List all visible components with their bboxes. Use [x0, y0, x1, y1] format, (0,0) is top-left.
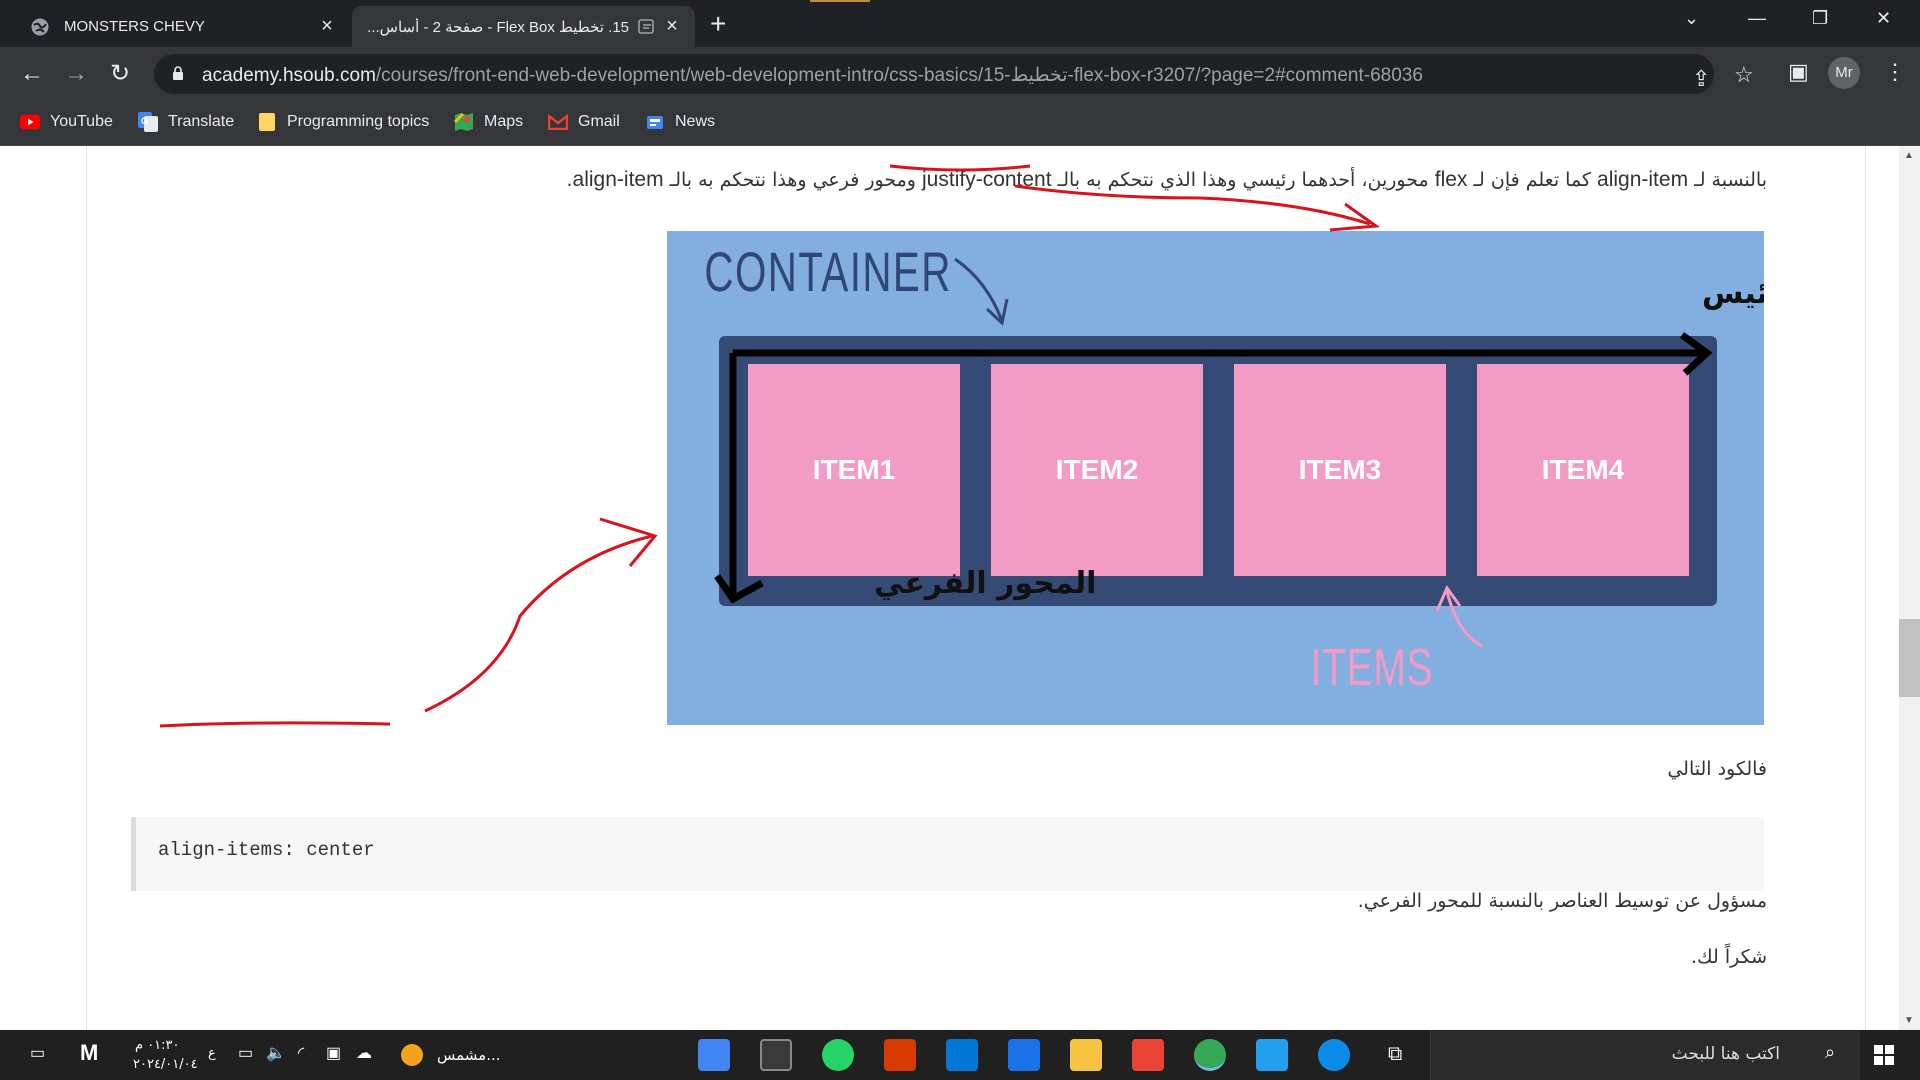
restore-icon[interactable]: ❐ [1812, 8, 1828, 29]
volume-icon[interactable]: 🔈 [266, 1043, 286, 1063]
page-viewport: بالنسبة لـ align-item كما تعلم فإن لـ fl… [0, 146, 1920, 1030]
tab-title: MONSTERS CHEVY [64, 18, 205, 35]
tab-strip: MONSTERS CHEVY × 15. تخطيط Flex Box - صف… [0, 0, 1920, 47]
vscode-app-icon[interactable] [1256, 1039, 1288, 1071]
chrome-app-icon[interactable] [1194, 1039, 1226, 1071]
weather-text[interactable]: مشمس... [437, 1046, 501, 1064]
bookmarks-bar: YouTube G Translate Programming topics M… [0, 102, 1920, 146]
close-tab-icon[interactable]: × [663, 16, 681, 36]
hsoub-icon [637, 17, 657, 37]
reload-icon[interactable]: ↻ [110, 61, 130, 87]
clock-time[interactable]: ٠١:٣٠ م [135, 1038, 180, 1053]
terminal-app-icon[interactable] [760, 1039, 792, 1071]
tab-title: 15. تخطيط Flex Box - صفحة 2 - أساس... [367, 18, 629, 36]
menu-kebab-icon[interactable]: ⋮ [1884, 59, 1906, 85]
side-panel-icon[interactable]: ▣ [1788, 59, 1809, 85]
globe-icon [30, 17, 50, 37]
office-app-icon[interactable] [884, 1039, 916, 1071]
maps-icon [454, 112, 474, 131]
gmail-icon [548, 113, 568, 131]
code-underline [159, 721, 391, 728]
bookmark-translate[interactable]: G Translate [138, 112, 234, 132]
meet-now-icon[interactable]: ▣ [326, 1043, 341, 1063]
svg-text:G: G [141, 116, 148, 126]
onedrive-icon[interactable]: ☁ [356, 1043, 372, 1063]
close-window-icon[interactable]: ✕ [1876, 8, 1891, 29]
app-m-icon[interactable]: M [80, 1040, 98, 1066]
justify-underline [889, 164, 1031, 172]
windows-start-icon[interactable] [1874, 1045, 1894, 1065]
tab-monsters-chevy[interactable]: MONSTERS CHEVY × [0, 6, 350, 47]
news-icon [645, 113, 665, 131]
page-scrollbar[interactable]: ▲ ▼ [1899, 146, 1920, 1030]
windows-taskbar: ▭ M ٠١:٣٠ م ٢٠٢٤/٠١/٠٤ ع ▭ 🔈 ◜ ▣ ☁ مشمس.… [0, 1030, 1920, 1080]
clock-date[interactable]: ٢٠٢٤/٠١/٠٤ [133, 1057, 198, 1072]
notifications-icon[interactable]: ▭ [30, 1043, 45, 1063]
taskbar-search[interactable]: اكتب هنا للبحث ⌕ [1430, 1030, 1860, 1080]
url-text: academy.hsoub.com/courses/front-end-web-… [202, 65, 1423, 86]
bookmark-maps[interactable]: Maps [454, 112, 523, 131]
code-arrow [424, 534, 653, 713]
minimize-icon[interactable]: — [1748, 8, 1766, 29]
scrollbar-thumb[interactable] [1899, 619, 1920, 697]
weather-sun-icon[interactable] [401, 1044, 423, 1066]
justify-arrow [1014, 184, 1371, 226]
whatsapp-app-icon[interactable] [822, 1039, 854, 1071]
tab-search-icon[interactable]: ⌄ [1684, 8, 1699, 29]
edge-app-icon[interactable] [1318, 1039, 1350, 1071]
gmail-app-icon[interactable] [1132, 1039, 1164, 1071]
bookmark-news[interactable]: News [645, 113, 715, 131]
forward-icon[interactable]: → [64, 61, 88, 87]
tab-flexbox-article[interactable]: 15. تخطيط Flex Box - صفحة 2 - أساس... × [352, 6, 695, 47]
tab-accent [810, 0, 870, 2]
browser-toolbar: ← → ↻ academy.hsoub.com/courses/front-en… [0, 47, 1920, 102]
folder-icon [257, 113, 277, 131]
bookmark-star-icon[interactable]: ☆ [1734, 62, 1754, 88]
new-tab-icon[interactable]: + [710, 10, 726, 38]
translate-app-icon[interactable] [698, 1039, 730, 1071]
translate-icon: G [138, 112, 158, 132]
bookmark-programming-topics[interactable]: Programming topics [257, 113, 429, 131]
task-view-icon[interactable]: ⧉ [1388, 1043, 1402, 1066]
bookmark-gmail[interactable]: Gmail [548, 113, 620, 131]
scroll-up-icon[interactable]: ▲ [1904, 150, 1914, 161]
search-icon: ⌕ [1825, 1042, 1836, 1062]
mail-app-icon[interactable] [1008, 1039, 1040, 1071]
wifi-icon[interactable]: ◜ [298, 1043, 304, 1063]
share-icon[interactable]: ⇪ [1692, 66, 1710, 92]
close-tab-icon[interactable]: × [318, 16, 336, 36]
file-explorer-icon[interactable] [1070, 1039, 1102, 1071]
lock-icon [173, 66, 183, 80]
back-icon[interactable]: ← [20, 61, 44, 87]
red-annotations [159, 164, 1381, 728]
language-indicator[interactable]: ع [208, 1046, 216, 1061]
battery-icon[interactable]: ▭ [238, 1043, 253, 1063]
profile-avatar[interactable]: Mr [1828, 57, 1860, 89]
scroll-down-icon[interactable]: ▼ [1904, 1015, 1914, 1026]
youtube-icon [20, 113, 40, 131]
store-app-icon[interactable] [946, 1039, 978, 1071]
bookmark-youtube[interactable]: YouTube [20, 113, 113, 131]
address-bar[interactable]: academy.hsoub.com/courses/front-end-web-… [154, 54, 1754, 94]
